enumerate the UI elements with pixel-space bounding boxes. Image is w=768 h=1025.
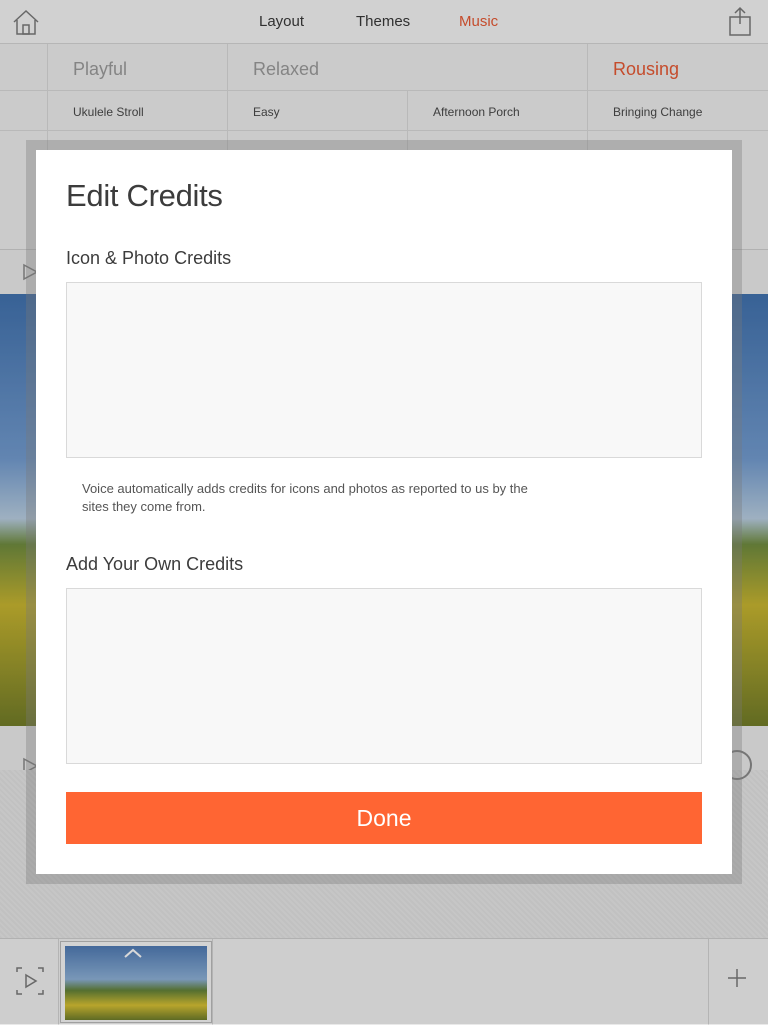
icon-photo-credits-label: Icon & Photo Credits	[66, 248, 232, 268]
own-credits-field[interactable]	[66, 588, 702, 764]
own-credits-label: Add Your Own Credits	[66, 554, 244, 574]
dialog-title: Edit Credits	[66, 178, 223, 213]
edit-credits-dialog: Edit Credits Icon & Photo Credits Voice …	[36, 150, 732, 874]
done-button[interactable]: Done	[66, 792, 702, 844]
icon-photo-credits-field[interactable]	[66, 282, 702, 458]
credits-note: Voice automatically adds credits for ico…	[82, 481, 528, 514]
